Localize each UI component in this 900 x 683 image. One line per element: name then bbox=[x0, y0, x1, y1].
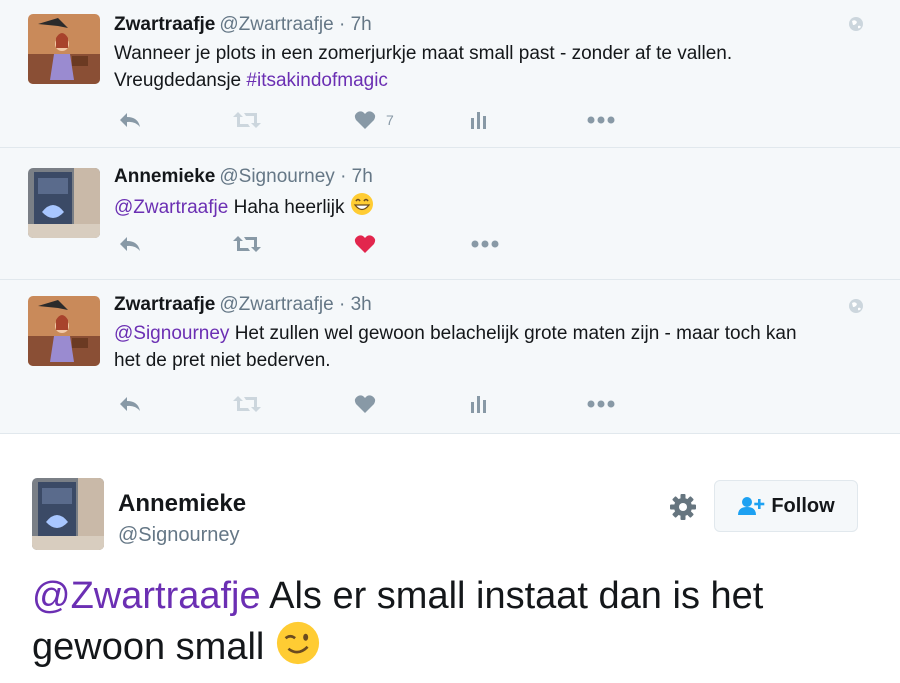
mention-link[interactable]: @Zwartraafje bbox=[32, 575, 261, 617]
more-button[interactable] bbox=[586, 392, 616, 416]
author-name[interactable]: Annemieke bbox=[114, 166, 215, 187]
retweet-icon bbox=[233, 236, 261, 252]
globe-icon bbox=[848, 298, 864, 314]
reply-button[interactable] bbox=[118, 232, 142, 256]
analytics-button[interactable] bbox=[470, 108, 488, 132]
reply-icon bbox=[120, 113, 140, 127]
more-button[interactable] bbox=[586, 108, 616, 132]
retweet-icon bbox=[233, 112, 261, 128]
tweet-header: Zwartraafje @Zwartraafje · 7h bbox=[114, 14, 860, 36]
more-icon bbox=[587, 400, 615, 408]
analytics-icon bbox=[471, 396, 486, 413]
avatar[interactable] bbox=[28, 296, 100, 366]
avatar[interactable] bbox=[32, 478, 104, 550]
author-name[interactable]: Zwartraafje bbox=[114, 14, 215, 35]
wink-emoji bbox=[275, 620, 321, 678]
grin-emoji bbox=[350, 192, 374, 224]
tweet-header: Annemieke @Signourney · 7h bbox=[114, 166, 860, 188]
analytics-button[interactable] bbox=[470, 392, 488, 416]
tweet-text: @Zwartraafje Als er small instaat dan is… bbox=[32, 572, 872, 678]
retweet-button[interactable] bbox=[232, 232, 262, 256]
tweet-actions bbox=[114, 232, 634, 256]
mention-link[interactable]: @Signourney bbox=[114, 323, 229, 344]
author-name[interactable]: Zwartraafje bbox=[114, 294, 215, 315]
like-count: 7 bbox=[386, 112, 394, 128]
tweet-actions bbox=[114, 392, 634, 416]
tweet-text: @Zwartraafje Haha heerlijk bbox=[114, 192, 860, 224]
mention-link[interactable]: @Zwartraafje bbox=[114, 197, 228, 218]
author-handle[interactable]: @Zwartraafje · 3h bbox=[219, 294, 371, 315]
retweet-icon bbox=[233, 396, 261, 412]
retweet-button[interactable] bbox=[232, 392, 262, 416]
reply-button[interactable] bbox=[118, 392, 142, 416]
permalink-tweet: Annemieke @Signourney Follow @Zwartraafj… bbox=[0, 436, 900, 683]
globe-icon bbox=[848, 16, 864, 32]
tweet-text: Wanneer je plots in een zomerjurkje maat… bbox=[114, 40, 860, 94]
tweet-header: Zwartraafje @Zwartraafje · 3h bbox=[114, 294, 860, 316]
tweet-body: Zwartraafje @Zwartraafje · 7h Wanneer je … bbox=[114, 14, 860, 94]
tweet-text-line: gewoon small bbox=[32, 626, 275, 669]
author-name[interactable]: Annemieke bbox=[118, 490, 246, 518]
gear-icon[interactable] bbox=[668, 492, 698, 522]
hashtag-link[interactable]: #itsakindofmagic bbox=[246, 70, 388, 91]
tweet-actions: 7 bbox=[114, 108, 634, 132]
author-handle[interactable]: @Zwartraafje · 7h bbox=[219, 14, 371, 35]
tweet[interactable]: Zwartraafje @Zwartraafje · 7h Wanneer je … bbox=[0, 0, 900, 148]
avatar[interactable] bbox=[28, 168, 100, 238]
tweet[interactable]: Zwartraafje @Zwartraafje · 3h @Signourney… bbox=[0, 280, 900, 433]
tweet-body: Zwartraafje @Zwartraafje · 3h @Signourney… bbox=[114, 294, 860, 374]
reply-icon bbox=[120, 397, 140, 411]
follow-label: Follow bbox=[771, 494, 835, 517]
retweet-button[interactable] bbox=[232, 108, 262, 132]
like-button[interactable]: 7 bbox=[354, 108, 394, 132]
follow-button[interactable]: Follow bbox=[714, 480, 858, 532]
more-icon bbox=[471, 240, 499, 248]
conversation-thread: Zwartraafje @Zwartraafje · 7h Wanneer je … bbox=[0, 0, 900, 434]
tweet-text-line: Het zullen wel gewoon belachelijk grote … bbox=[229, 323, 797, 344]
tweet-text-line: Haha heerlijk bbox=[228, 197, 350, 219]
like-button[interactable] bbox=[354, 392, 376, 416]
tweet-text-line: Vreugdedansje bbox=[114, 70, 247, 91]
author-handle[interactable]: @Signourney bbox=[118, 524, 239, 547]
tweet-body: Annemieke @Signourney · 7h @Zwartraafje H… bbox=[114, 166, 860, 224]
more-icon bbox=[587, 116, 615, 124]
like-icon bbox=[354, 111, 376, 129]
like-button[interactable] bbox=[354, 232, 376, 256]
avatar[interactable] bbox=[28, 14, 100, 84]
tweet-text-line: Wanneer je plots in een zomerjurkje maat… bbox=[114, 43, 733, 64]
tweet-text: @Signourney Het zullen wel gewoon belach… bbox=[114, 320, 860, 374]
reply-button[interactable] bbox=[118, 108, 142, 132]
reply-icon bbox=[120, 237, 140, 251]
tweet-text-line: het de pret niet bederven. bbox=[114, 350, 331, 371]
analytics-icon bbox=[471, 112, 486, 129]
like-icon bbox=[354, 395, 376, 413]
like-icon bbox=[354, 235, 376, 253]
author-handle[interactable]: @Signourney · 7h bbox=[219, 166, 372, 187]
tweet-text-line: Als er small instaat dan is het bbox=[260, 575, 764, 617]
more-button[interactable] bbox=[470, 232, 500, 256]
tweet[interactable]: Annemieke @Signourney · 7h @Zwartraafje H… bbox=[0, 148, 900, 280]
follow-person-icon bbox=[738, 497, 765, 515]
